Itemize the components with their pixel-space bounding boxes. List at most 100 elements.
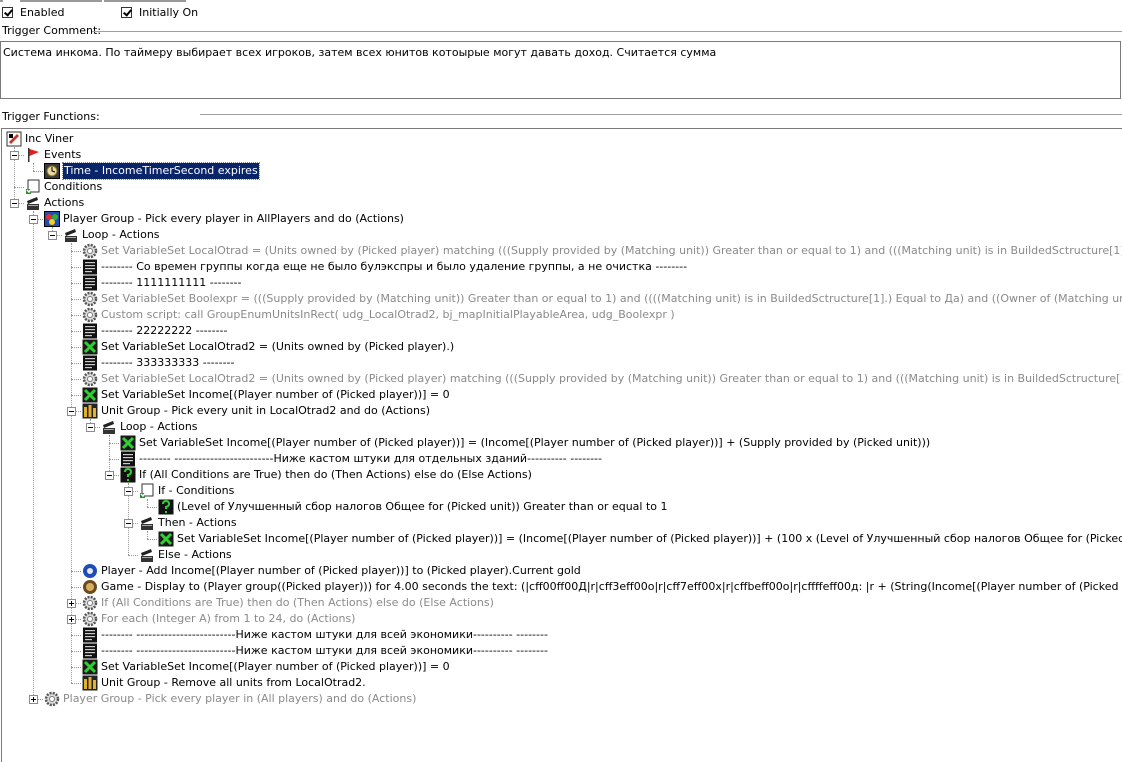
top-tab-strip	[0, 0, 1122, 3]
event-flag-icon	[25, 147, 41, 163]
tree-node-label: -------- -------------------------Ниже к…	[101, 644, 548, 657]
tree-connector	[109, 459, 119, 460]
tree-node[interactable]: If (All Conditions are True) then do (Th…	[82, 595, 494, 611]
tree-node[interactable]: -------- -------------------------Ниже к…	[82, 627, 548, 643]
collapse-icon[interactable]	[10, 151, 19, 160]
collapse-icon[interactable]	[29, 215, 38, 224]
collapse-icon[interactable]	[86, 423, 95, 432]
comment-icon	[82, 643, 98, 659]
collapse-icon[interactable]	[48, 231, 57, 240]
tree-node[interactable]: -------- 333333333 --------	[82, 355, 235, 371]
tree-connector	[14, 187, 24, 188]
collapse-icon[interactable]	[10, 199, 19, 208]
tree-node[interactable]: Set VariableSet Income[(Player number of…	[158, 531, 1122, 547]
tree-node-label: Then - Actions	[158, 516, 237, 529]
tree-node[interactable]: Loop - Actions	[63, 227, 160, 243]
tree-connector	[71, 587, 81, 588]
tree-node-label: Player - Add Income[(Player number of (P…	[101, 564, 581, 577]
collapse-icon[interactable]	[67, 407, 76, 416]
tree-node[interactable]: -------- 22222222 --------	[82, 323, 228, 339]
trigger-functions-tree[interactable]: Inc Viner Events Time - IncomeTimerSecond …	[1, 128, 1122, 762]
tree-node-label: Inc Viner	[25, 132, 74, 145]
collapse-icon[interactable]	[105, 471, 114, 480]
tree-node[interactable]: Set VariableSet LocalOtrad2 = (Units own…	[82, 339, 454, 355]
tree-node[interactable]: -------- -------------------------Ниже к…	[82, 643, 548, 659]
tree-node[interactable]: Set VariableSet LocalOtrad2 = (Units own…	[82, 371, 1122, 387]
expand-icon[interactable]	[29, 695, 38, 704]
unit-group-icon	[82, 675, 98, 691]
tree-connector	[147, 507, 157, 508]
tree-node[interactable]: Custom script: call GroupEnumUnitsInRect…	[82, 307, 675, 323]
tree-node-label: Events	[44, 148, 82, 161]
gear-icon	[82, 243, 98, 259]
enabled-check-box[interactable]	[2, 6, 13, 18]
tree-node[interactable]: Set VariableSet LocalOtrad = (Units owne…	[82, 243, 1122, 259]
tree-node-label: Set VariableSet Income[(Player number of…	[101, 388, 450, 401]
tree-connector	[71, 331, 81, 332]
condition-icon	[25, 179, 41, 195]
initially-on-label: Initially On	[139, 5, 199, 19]
tree-node[interactable]: Actions	[25, 195, 84, 211]
comment-separator	[92, 31, 1122, 32]
tree-node[interactable]: Player - Add Income[(Player number of (P…	[82, 563, 581, 579]
gear-icon	[82, 307, 98, 323]
tree-node[interactable]: Set VariableSet Income[(Player number of…	[82, 387, 450, 403]
if-icon	[158, 499, 174, 515]
tree-node[interactable]: Player Group - Pick every player in (All…	[44, 691, 416, 707]
collapse-icon[interactable]	[124, 487, 133, 496]
tree-connector	[33, 171, 43, 172]
tree-node[interactable]: Events	[25, 147, 81, 163]
tree-node-label: If (All Conditions are True) then do (Th…	[139, 468, 532, 481]
tree-node[interactable]: Then - Actions	[139, 515, 237, 531]
tree-node[interactable]: Conditions	[25, 179, 102, 195]
tree-node[interactable]: Else - Actions	[139, 547, 232, 563]
tree-node-label: (Level of Улучшенный сбор налогов Общее …	[177, 500, 668, 513]
gear-icon	[82, 595, 98, 611]
tree-node[interactable]: Set VariableSet Income[(Player number of…	[120, 435, 930, 451]
initially-on-checkbox[interactable]: Initially On	[121, 4, 198, 20]
tree-node-label: Loop - Actions	[82, 228, 160, 241]
comment-icon	[82, 275, 98, 291]
tree-node-label: For each (Integer A) from 1 to 24, do (A…	[101, 612, 356, 625]
tree-node[interactable]: (Level of Улучшенный сбор налогов Общее …	[158, 499, 668, 515]
tree-node[interactable]: Inc Viner	[6, 131, 73, 147]
enabled-checkbox[interactable]: Enabled	[2, 4, 64, 20]
gear-icon	[82, 291, 98, 307]
tree-node[interactable]: -------- Со времен группы когда еще не б…	[82, 259, 687, 275]
set-variable-icon	[82, 339, 98, 355]
expand-icon[interactable]	[67, 615, 76, 624]
tree-connector	[71, 667, 81, 668]
tree-node[interactable]: Time - IncomeTimerSecond expires	[44, 162, 260, 180]
trigger-comment-field[interactable]: Система инкома. По таймеру выбирает всех…	[0, 41, 1121, 99]
initially-on-check-box[interactable]	[121, 6, 132, 18]
trigger-icon	[6, 131, 22, 147]
tree-node[interactable]: Set VariableSet Income[(Player number of…	[82, 659, 450, 675]
expand-icon[interactable]	[67, 599, 76, 608]
tree-connector	[71, 347, 81, 348]
tree-node[interactable]: Loop - Actions	[101, 419, 198, 435]
collapse-icon[interactable]	[124, 519, 133, 528]
player-group-icon	[44, 211, 60, 227]
actions-icon	[139, 515, 155, 531]
loop-icon	[101, 419, 117, 435]
comment-icon	[82, 259, 98, 275]
tree-node[interactable]: Set VariableSet Boolexpr = (((Supply pro…	[82, 291, 1122, 307]
player-icon	[82, 563, 98, 579]
if-icon	[120, 467, 136, 483]
condition-icon	[139, 483, 155, 499]
tree-node[interactable]: For each (Integer A) from 1 to 24, do (A…	[82, 611, 355, 627]
tree-node[interactable]: If - Conditions	[139, 483, 234, 499]
enabled-label: Enabled	[20, 5, 65, 19]
tree-node[interactable]: Game - Display to (Player group((Picked …	[82, 579, 1122, 595]
tree-connector	[71, 683, 81, 684]
tree-node[interactable]: Unit Group - Remove all units from Local…	[82, 675, 366, 691]
tree-node[interactable]: Unit Group - Pick every unit in LocalOtr…	[82, 403, 430, 419]
tree-node[interactable]: -------- 1111111111 --------	[82, 275, 242, 291]
tree-node[interactable]: If (All Conditions are True) then do (Th…	[120, 467, 532, 483]
tree-node[interactable]: Player Group - Pick every player in AllP…	[44, 211, 404, 227]
tree-node-label: Else - Actions	[158, 548, 232, 561]
tree-node[interactable]: -------- -------------------------Ниже к…	[120, 451, 602, 467]
tree-node-label: Set VariableSet LocalOtrad2 = (Units own…	[101, 372, 1122, 385]
tree-node-label: Set VariableSet LocalOtrad2 = (Units own…	[101, 340, 455, 353]
tree-node-label: Conditions	[44, 180, 103, 193]
